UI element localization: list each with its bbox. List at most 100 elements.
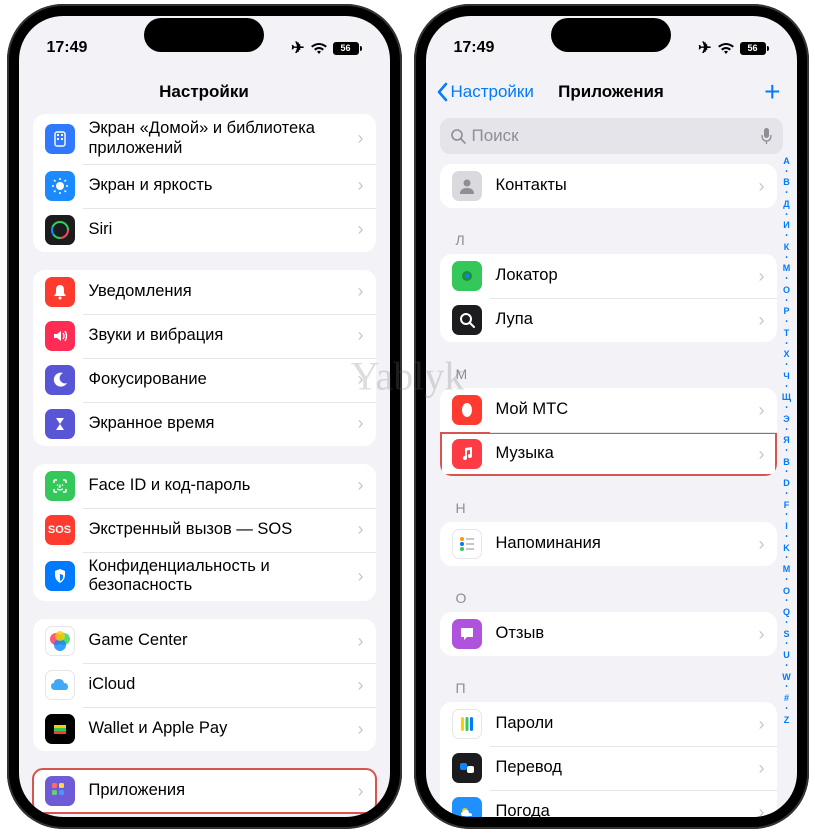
index-char[interactable]: В (783, 457, 790, 469)
settings-row[interactable]: Game Center› (33, 619, 376, 663)
index-char[interactable]: U (783, 650, 790, 662)
mic-icon[interactable] (760, 127, 773, 145)
index-char[interactable]: Я (783, 435, 789, 447)
chevron-right-icon: › (358, 566, 364, 587)
settings-group: Face ID и код-пароль›SOSЭкстренный вызов… (33, 464, 376, 602)
index-char[interactable]: Z (784, 715, 790, 727)
index-char[interactable]: O (783, 586, 790, 598)
settings-row[interactable]: Wallet и Apple Pay› (33, 707, 376, 751)
sound-icon (45, 321, 75, 351)
settings-row[interactable]: Звуки и вибрация› (33, 314, 376, 358)
settings-row[interactable]: Приложения› (33, 769, 376, 813)
index-char[interactable]: Т (784, 328, 790, 340)
index-char[interactable]: К (784, 242, 790, 254)
index-char[interactable]: О (783, 285, 790, 297)
settings-row[interactable]: Перевод› (440, 746, 777, 790)
index-char[interactable]: • (785, 469, 787, 477)
index-char[interactable]: • (785, 491, 787, 499)
chevron-right-icon: › (358, 175, 364, 196)
index-char[interactable]: • (785, 706, 787, 714)
index-char[interactable]: Х (783, 349, 789, 361)
settings-row[interactable]: Face ID и код-пароль› (33, 464, 376, 508)
settings-row[interactable]: Локатор› (440, 254, 777, 298)
chevron-right-icon: › (759, 714, 765, 735)
row-label: Конфиденциальность и безопасность (89, 557, 358, 597)
index-char[interactable]: # (784, 693, 789, 705)
index-char[interactable]: М (783, 263, 791, 275)
settings-row[interactable]: Мой МТС› (440, 388, 777, 432)
wifi-icon (310, 42, 328, 55)
settings-row[interactable]: Siri› (33, 208, 376, 252)
settings-list[interactable]: Экран «Домой» и библиотека приложений›Эк… (19, 114, 390, 817)
index-char[interactable]: • (785, 362, 787, 370)
row-label: Экран «Домой» и библиотека приложений (89, 119, 358, 159)
index-char[interactable]: Q (783, 607, 790, 619)
index-char[interactable]: Э (783, 414, 789, 426)
index-char[interactable]: А (783, 156, 790, 168)
settings-row[interactable]: SOSЭкстренный вызов — SOS› (33, 508, 376, 552)
settings-row[interactable]: Контакты› (440, 164, 777, 208)
index-char[interactable]: • (785, 663, 787, 671)
settings-row[interactable]: Фокусирование› (33, 358, 376, 402)
settings-row[interactable]: Экран и яркость› (33, 164, 376, 208)
settings-row[interactable]: Экранное время› (33, 402, 376, 446)
apps-list[interactable]: Контакты›ЛЛокатор›Лупа›ММой МТС›Музыка›Н… (426, 164, 797, 817)
index-char[interactable]: • (785, 233, 787, 241)
settings-row[interactable]: Экран «Домой» и библиотека приложений› (33, 114, 376, 164)
settings-row[interactable]: Уведомления› (33, 270, 376, 314)
index-char[interactable]: F (784, 500, 790, 512)
index-char[interactable]: W (782, 672, 791, 684)
search-input[interactable]: Поиск (440, 118, 783, 154)
index-char[interactable]: • (785, 212, 787, 220)
battery-icon: 56 (740, 42, 769, 55)
back-button[interactable]: Настройки (436, 82, 534, 102)
settings-row[interactable]: Погода› (440, 790, 777, 817)
settings-row[interactable]: Отзыв› (440, 612, 777, 656)
index-char[interactable]: • (785, 319, 787, 327)
settings-row[interactable]: Конфиденциальность и безопасность› (33, 552, 376, 602)
settings-group: Уведомления›Звуки и вибрация›Фокусирован… (33, 270, 376, 446)
app-group: Локатор›Лупа› (440, 254, 777, 342)
index-char[interactable]: • (785, 190, 787, 198)
index-char[interactable]: • (785, 577, 787, 585)
index-char[interactable]: • (785, 405, 787, 413)
index-char[interactable]: Д (783, 199, 789, 211)
index-char[interactable]: И (783, 220, 789, 232)
index-char[interactable]: • (785, 534, 787, 542)
index-char[interactable]: • (785, 448, 787, 456)
index-char[interactable]: D (783, 478, 790, 490)
index-char[interactable]: • (785, 276, 787, 284)
index-char[interactable]: S (783, 629, 789, 641)
settings-row[interactable]: Пароли› (440, 702, 777, 746)
dynamic-island (144, 18, 264, 52)
index-char[interactable]: • (785, 598, 787, 606)
index-char[interactable]: Щ (782, 392, 791, 404)
index-char[interactable]: • (785, 555, 787, 563)
index-char[interactable]: • (785, 512, 787, 520)
chevron-left-icon (436, 82, 448, 102)
index-char[interactable]: В (783, 177, 790, 189)
settings-row[interactable]: Музыка› (440, 432, 777, 476)
chevron-right-icon: › (358, 719, 364, 740)
index-bar[interactable]: А•В•Д•И•К•М•О•Р•Т•Х•Ч•Щ•Э•Я•В•D•F•I•K•M•… (779, 156, 795, 797)
settings-row[interactable]: iCloud› (33, 663, 376, 707)
search-placeholder: Поиск (472, 126, 519, 146)
index-char[interactable]: • (785, 298, 787, 306)
index-char[interactable]: • (785, 341, 787, 349)
index-char[interactable]: • (785, 641, 787, 649)
settings-row[interactable]: Лупа› (440, 298, 777, 342)
search-icon (450, 128, 466, 144)
index-char[interactable]: • (785, 255, 787, 263)
add-button[interactable]: + (764, 78, 780, 106)
index-char[interactable]: I (785, 521, 788, 533)
index-char[interactable]: • (785, 427, 787, 435)
index-char[interactable]: M (783, 564, 791, 576)
settings-row[interactable]: Напоминания› (440, 522, 777, 566)
index-char[interactable]: Ч (783, 371, 789, 383)
index-char[interactable]: • (785, 169, 787, 177)
index-char[interactable]: K (783, 543, 790, 555)
index-char[interactable]: • (785, 684, 787, 692)
index-char[interactable]: • (785, 384, 787, 392)
index-char[interactable]: • (785, 620, 787, 628)
index-char[interactable]: Р (783, 306, 789, 318)
